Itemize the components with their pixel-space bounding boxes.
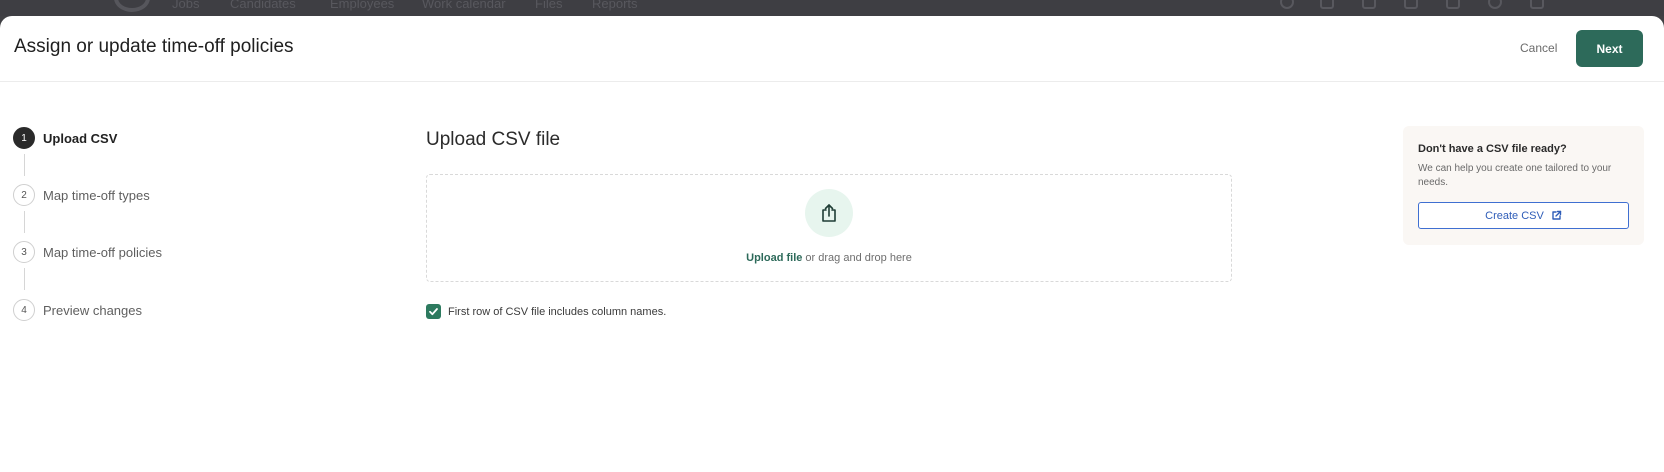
activity-icon — [1404, 0, 1418, 9]
step-map-time-off-types: 2 Map time-off types — [13, 184, 150, 206]
step-upload-csv: 1 Upload CSV — [13, 127, 117, 149]
header-row-checkbox[interactable] — [426, 304, 441, 319]
app-logo — [114, 0, 150, 12]
step-label: Upload CSV — [43, 130, 118, 146]
step-number: 2 — [13, 184, 35, 206]
file-dropzone[interactable]: Upload file or drag and drop here — [426, 174, 1232, 282]
modal-header: Assign or update time-off policies Cance… — [0, 16, 1664, 82]
step-label: Map time-off types — [43, 187, 150, 203]
step-number: 1 — [13, 127, 35, 149]
step-connector — [24, 154, 25, 176]
help-card-title: Don't have a CSV file ready? — [1418, 143, 1567, 155]
create-csv-label: Create CSV — [1485, 209, 1544, 222]
dropzone-text: Upload file or drag and drop here — [427, 252, 1231, 264]
calendar-icon — [1362, 0, 1376, 9]
modal-title: Assign or update time-off policies — [14, 36, 294, 57]
bg-nav-item-jobs: Jobs — [172, 0, 200, 11]
section-title: Upload CSV file — [426, 129, 561, 150]
step-label: Preview changes — [43, 302, 142, 318]
create-csv-button[interactable]: Create CSV — [1418, 202, 1629, 229]
checkbox-label: First row of CSV file includes column na… — [448, 305, 667, 318]
bg-nav-item-files: Files — [535, 0, 563, 11]
step-number: 4 — [13, 299, 35, 321]
apps-icon — [1446, 0, 1460, 9]
bg-nav-item-work-calendar: Work calendar — [422, 0, 506, 11]
drag-drop-hint: or drag and drop here — [802, 252, 912, 264]
step-preview-changes: 4 Preview changes — [13, 299, 142, 321]
step-label: Map time-off policies — [43, 244, 162, 260]
help-card-description: We can help you create one tailored to y… — [1418, 163, 1612, 188]
mail-icon — [1320, 0, 1334, 9]
next-button[interactable]: Next — [1576, 30, 1643, 67]
step-map-time-off-policies: 3 Map time-off policies — [13, 241, 162, 263]
bg-nav-item-reports: Reports — [592, 0, 638, 11]
background-app-nav: Jobs Candidates Employees Work calendar … — [0, 0, 1664, 16]
header-row-option: First row of CSV file includes column na… — [426, 304, 666, 319]
bg-nav-item-employees: Employees — [330, 0, 395, 11]
upload-file-link[interactable]: Upload file — [746, 252, 802, 264]
policy-modal: Assign or update time-off policies Cance… — [0, 16, 1664, 472]
cancel-button[interactable]: Cancel — [1520, 41, 1557, 55]
search-icon — [1280, 0, 1294, 9]
external-link-icon — [1552, 210, 1562, 220]
csv-help-card: Don't have a CSV file ready? We can help… — [1403, 126, 1644, 245]
settings-icon — [1530, 0, 1544, 9]
help-icon — [1488, 0, 1502, 9]
bg-nav-item-candidates: Candidates — [230, 0, 296, 11]
step-number: 3 — [13, 241, 35, 263]
upload-icon[interactable] — [805, 189, 853, 237]
step-connector — [24, 268, 25, 290]
step-connector — [24, 211, 25, 233]
